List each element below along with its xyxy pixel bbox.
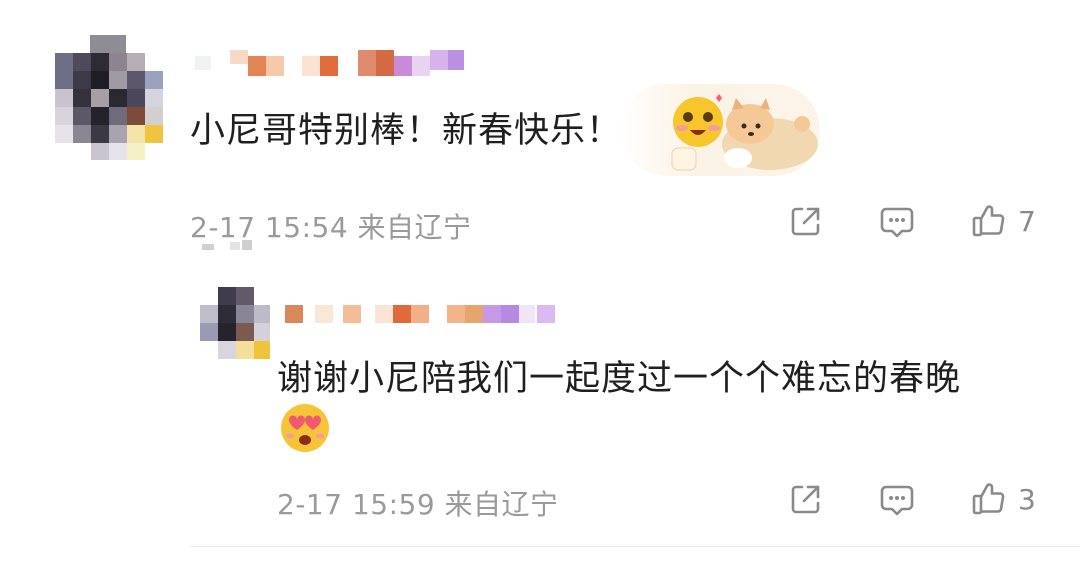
thumbs-up-icon (972, 205, 1005, 237)
share-button[interactable] (788, 481, 824, 517)
like-button[interactable]: 3 (970, 480, 1036, 518)
share-button[interactable] (788, 203, 824, 239)
avatar[interactable] (55, 35, 163, 160)
comment-button[interactable] (878, 203, 916, 241)
reply-meta: 2-17 15:59 来自辽宁 (277, 488, 559, 521)
share-icon (791, 485, 820, 514)
avatar[interactable] (200, 287, 270, 359)
comment-text: 小尼哥特别棒！新春快乐！ (190, 111, 623, 151)
like-count: 3 (1018, 482, 1036, 516)
comment-icon (880, 207, 914, 238)
comment-icon (880, 485, 914, 516)
pixel-artifact (202, 240, 252, 252)
username[interactable] (195, 50, 470, 78)
comment-button[interactable] (878, 481, 916, 519)
reply-text: 谢谢小尼陪我们一起度过一个个难忘的春晚 (277, 359, 962, 399)
share-icon (791, 207, 820, 236)
divider (190, 546, 1080, 547)
thumbs-up-icon (972, 483, 1005, 515)
like-count: 7 (1018, 204, 1036, 238)
heart-eyes-emoji (281, 404, 329, 452)
smiley-with-shiba-dog-sticker (620, 84, 830, 179)
username[interactable] (285, 303, 560, 325)
like-button[interactable]: 7 (970, 202, 1036, 240)
